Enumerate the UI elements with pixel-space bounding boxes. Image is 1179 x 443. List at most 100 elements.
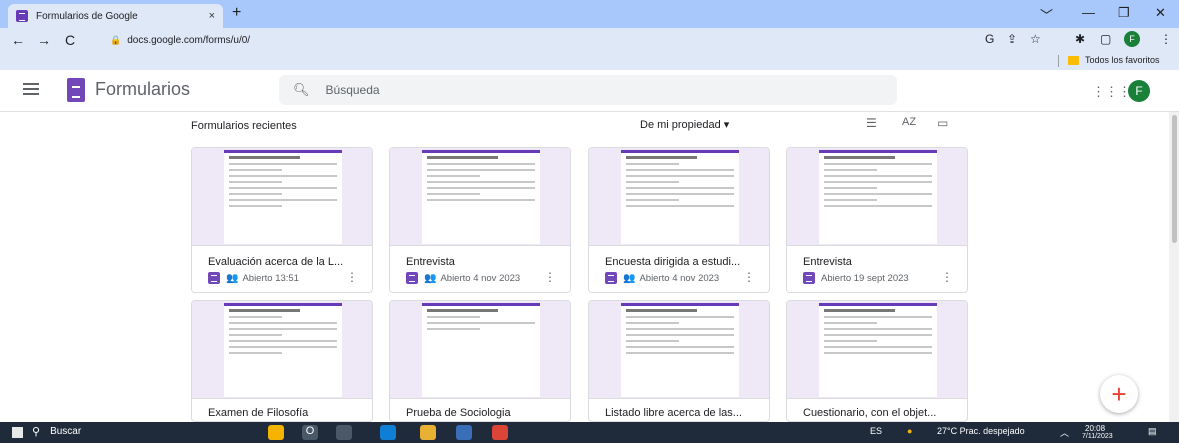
url-text: docs.google.com/forms/u/0/ — [127, 34, 251, 46]
clock-date[interactable]: 7/11/2023 — [1082, 433, 1113, 440]
form-preview — [422, 150, 540, 244]
form-card-title: Entrevista — [803, 256, 852, 268]
create-form-button[interactable]: + — [1100, 375, 1138, 413]
extensions-icon[interactable]: ✱ — [1075, 32, 1085, 46]
file-explorer-icon[interactable] — [420, 425, 436, 440]
browser-tab-strip: Formularios de Google × + ﹀ — ❐ ✕ — [0, 0, 1179, 28]
cortana-icon[interactable]: O — [302, 425, 318, 440]
google-apps-icon[interactable]: ⋮⋮⋮ — [1092, 84, 1131, 100]
form-card[interactable]: Encuesta dirigida a estudi... 👥 Abierto … — [588, 147, 770, 293]
edge-icon[interactable] — [380, 425, 396, 440]
search-icon: ⚲ — [32, 426, 41, 438]
list-view-icon[interactable]: ☰ — [866, 116, 877, 130]
sort-az-icon[interactable]: AZ — [902, 116, 916, 128]
weather-icon: ● — [907, 426, 913, 436]
form-preview — [422, 303, 540, 397]
opened-date: Abierto 4 nov 2023 — [440, 272, 521, 284]
language-indicator[interactable]: ES — [870, 426, 882, 436]
form-card-title: Listado libre acerca de las... — [605, 407, 742, 419]
windows-start-icon[interactable] — [12, 427, 23, 438]
form-thumbnail — [390, 301, 570, 399]
more-options-icon[interactable]: ⋮ — [346, 270, 358, 284]
form-card-title: Evaluación acerca de la L... — [208, 256, 344, 268]
account-avatar[interactable]: F — [1128, 80, 1150, 102]
opened-date: Abierto 4 nov 2023 — [639, 272, 720, 284]
form-preview — [621, 303, 739, 397]
search-input[interactable]: 🔍︎ Búsqueda — [279, 75, 897, 105]
minimize-button[interactable]: — — [1082, 5, 1095, 20]
taskbar-search[interactable]: ⚲ Buscar — [32, 425, 81, 438]
scrollbar-thumb[interactable] — [1172, 115, 1177, 243]
more-options-icon[interactable]: ⋮ — [743, 270, 755, 284]
clock-time[interactable]: 20:08 — [1085, 424, 1105, 433]
form-preview — [819, 150, 937, 244]
form-card-meta: 👥 Abierto 13:51 — [208, 272, 299, 284]
lock-icon: 🔒 — [110, 34, 122, 45]
browser-tab[interactable]: Formularios de Google × — [8, 4, 223, 28]
form-thumbnail — [192, 148, 372, 246]
section-title: Formularios recientes — [191, 120, 297, 132]
bookmark-star-icon[interactable]: ☆ — [1030, 32, 1041, 46]
form-card-title: Prueba de Sociologia — [406, 407, 511, 419]
windows-taskbar: ⚲ Buscar O ES ● 27°C Prac. despejado ︿ 2… — [0, 422, 1179, 443]
forms-mini-icon — [208, 272, 220, 284]
browser-profile-avatar[interactable]: F — [1124, 31, 1140, 47]
opened-date: Abierto 13:51 — [242, 272, 299, 284]
folder-icon — [1068, 55, 1079, 65]
browser-menu-icon[interactable]: ⋮ — [1160, 32, 1172, 46]
tab-search-icon[interactable]: ﹀ — [1040, 5, 1053, 24]
tray-chevron-icon[interactable]: ︿ — [1060, 426, 1069, 439]
forms-mini-icon — [605, 272, 617, 284]
app-title[interactable]: Formularios — [95, 79, 190, 100]
form-card-title: Entrevista — [406, 256, 455, 268]
search-icon[interactable]: 🔍︎ — [293, 82, 310, 98]
sidepanel-icon[interactable]: ▢ — [1100, 32, 1111, 46]
forms-logo-icon[interactable] — [67, 78, 85, 102]
shared-people-icon: 👥 — [226, 272, 239, 284]
forms-favicon-icon — [16, 10, 28, 22]
maximize-button[interactable]: ❐ — [1118, 5, 1130, 21]
weather-text[interactable]: 27°C Prac. despejado — [937, 426, 1025, 436]
form-preview — [224, 303, 342, 397]
task-view-icon[interactable] — [336, 425, 352, 440]
new-tab-button[interactable]: + — [232, 4, 241, 22]
url-field[interactable]: 🔒 docs.google.com/forms/u/0/ — [110, 30, 960, 50]
form-card[interactable]: Examen de Filosofía — [191, 300, 373, 422]
taskbar-search-label: Buscar — [50, 426, 82, 437]
share-icon[interactable]: ⇪ — [1007, 32, 1017, 46]
chrome-icon[interactable] — [492, 425, 508, 440]
owner-filter-dropdown[interactable]: De mi propiedad ▾ — [640, 118, 729, 131]
opened-date: Abierto 19 sept 2023 — [821, 272, 909, 284]
form-card[interactable]: Entrevista Abierto 19 sept 2023 ⋮ — [786, 147, 968, 293]
form-card-title: Cuestionario, con el objet... — [803, 407, 937, 419]
form-card[interactable]: Prueba de Sociologia — [389, 300, 571, 422]
word-icon[interactable] — [456, 425, 472, 440]
main-menu-icon[interactable] — [23, 83, 39, 95]
form-card[interactable]: Entrevista 👥 Abierto 4 nov 2023 ⋮ — [389, 147, 571, 293]
search-placeholder: Búsqueda — [325, 83, 380, 97]
forms-mini-icon — [406, 272, 418, 284]
bookmarks-bar: Todos los favoritos — [0, 52, 1179, 70]
bookmarks-folder[interactable]: Todos los favoritos — [1068, 55, 1160, 65]
back-button[interactable]: ← — [10, 32, 26, 48]
forward-button[interactable]: → — [36, 32, 52, 48]
folder-picker-icon[interactable]: ▭ — [937, 116, 948, 130]
form-thumbnail — [589, 148, 769, 246]
notifications-icon[interactable]: ▤ — [1148, 426, 1157, 437]
more-options-icon[interactable]: ⋮ — [941, 270, 953, 284]
form-card[interactable]: Evaluación acerca de la L... 👥 Abierto 1… — [191, 147, 373, 293]
form-card-title: Examen de Filosofía — [208, 407, 309, 419]
form-preview — [819, 303, 937, 397]
form-card[interactable]: Cuestionario, con el objet... — [786, 300, 968, 422]
shared-people-icon: 👥 — [623, 272, 636, 284]
more-options-icon[interactable]: ⋮ — [544, 270, 556, 284]
form-thumbnail — [390, 148, 570, 246]
explorer-icon[interactable] — [268, 425, 284, 440]
bookmarks-divider — [1058, 55, 1059, 67]
form-card[interactable]: Listado libre acerca de las... — [588, 300, 770, 422]
google-lens-icon[interactable]: G — [985, 32, 994, 46]
tab-close-icon[interactable]: × — [209, 10, 215, 22]
close-window-button[interactable]: ✕ — [1155, 5, 1166, 21]
reload-button[interactable]: C — [62, 32, 78, 48]
form-card-meta: 👥 Abierto 4 nov 2023 — [605, 272, 719, 284]
